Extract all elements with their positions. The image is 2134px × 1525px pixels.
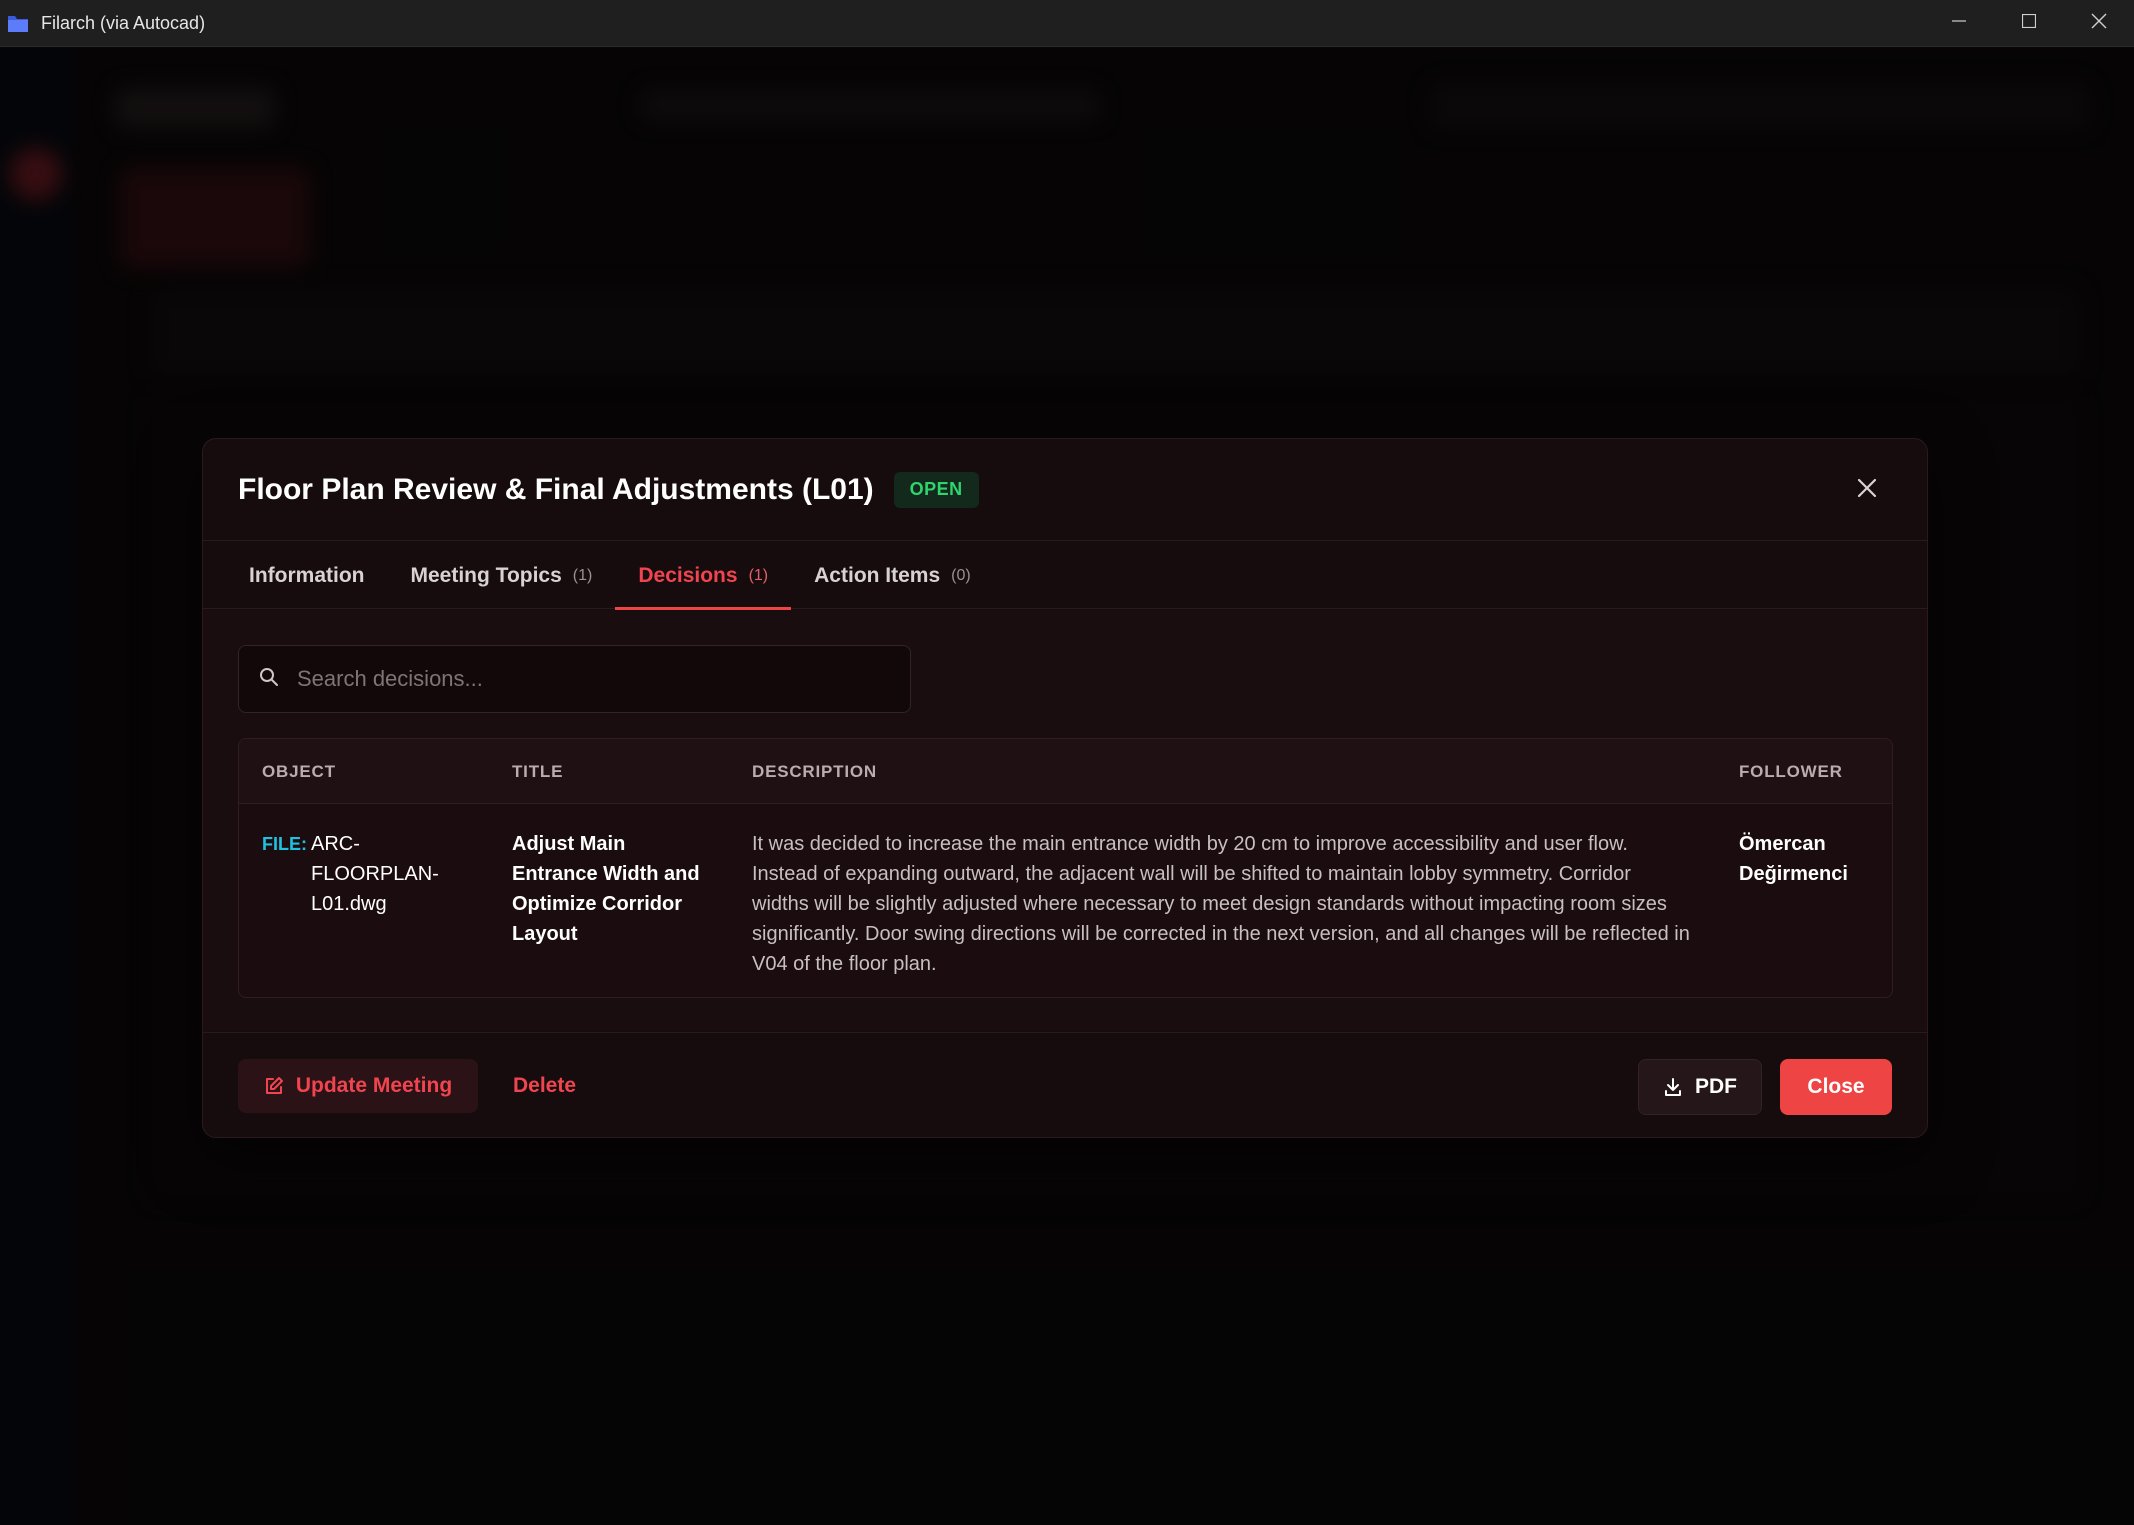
tab-label: Information [249,563,365,587]
tab-meeting-topics[interactable]: Meeting Topics (1) [388,542,616,609]
object-type-label: FILE: [262,834,307,854]
close-icon [1857,478,1877,503]
update-meeting-button[interactable]: Update Meeting [238,1059,478,1113]
close-label: Close [1807,1075,1865,1098]
window-close-button[interactable] [2064,0,2134,47]
column-header-title[interactable]: TITLE [512,762,563,782]
maximize-icon [2021,13,2037,33]
tab-decisions[interactable]: Decisions (1) [615,542,791,610]
download-icon [1663,1077,1683,1097]
status-badge: OPEN [893,471,979,508]
decisions-panel: OBJECT TITLE DESCRIPTION FOLLOWER FILE: … [203,610,1927,1031]
dialog-close-button[interactable] [1852,475,1882,505]
delete-button[interactable]: Delete [513,1059,576,1113]
delete-label: Delete [513,1074,577,1097]
column-header-follower[interactable]: FOLLOWER [1739,762,1843,782]
tab-information[interactable]: Information [226,542,388,609]
tab-count: (1) [748,566,769,584]
edit-icon [264,1076,284,1096]
pdf-export-button[interactable]: PDF [1638,1059,1762,1115]
decision-description: It was decided to increase the main entr… [752,833,1690,975]
tab-label: Decisions [638,563,738,587]
decision-follower: Ömercan Değirmenci [1739,833,1848,885]
decisions-table: OBJECT TITLE DESCRIPTION FOLLOWER FILE: … [238,738,1893,998]
minimize-icon [1952,14,1966,33]
table-row[interactable]: FILE: ARC-FLOORPLAN-L01.dwg Adjust Main … [239,805,1892,997]
tab-count: (0) [951,566,971,584]
dialog-header: Floor Plan Review & Final Adjustments (L… [203,439,1927,541]
decision-title: Adjust Main Entrance Width and Optimize … [512,833,700,945]
search-icon [259,667,279,692]
tab-action-items[interactable]: Action Items (0) [791,542,994,609]
dialog-footer: Update Meeting Delete PDF Close [203,1032,1927,1139]
tab-count: (1) [572,566,593,584]
search-input[interactable] [297,659,910,699]
column-header-object[interactable]: OBJECT [262,762,336,782]
maximize-button[interactable] [1994,0,2064,47]
table-header: OBJECT TITLE DESCRIPTION FOLLOWER [239,739,1892,804]
column-header-description[interactable]: DESCRIPTION [752,762,877,782]
window-close-icon [2091,13,2107,34]
dialog-title: Floor Plan Review & Final Adjustments (L… [238,472,874,506]
folder-app-icon [7,12,29,34]
tab-label: Action Items [814,563,941,587]
object-file-link[interactable]: ARC-FLOORPLAN-L01.dwg [311,829,441,919]
object-cell: FILE: ARC-FLOORPLAN-L01.dwg [262,829,462,929]
pdf-label: PDF [1695,1075,1737,1098]
dialog-tabs: Information Meeting Topics (1) Decisions… [203,542,1927,610]
window-controls [1924,0,2134,47]
close-button[interactable]: Close [1780,1059,1892,1115]
search-box [238,645,911,713]
window-title: Filarch (via Autocad) [41,12,206,33]
meeting-detail-dialog: Floor Plan Review & Final Adjustments (L… [202,438,1928,1138]
minimize-button[interactable] [1924,0,1994,47]
window-titlebar: Filarch (via Autocad) [0,0,2134,47]
update-meeting-label: Update Meeting [295,1074,453,1097]
tab-label: Meeting Topics [410,563,562,587]
